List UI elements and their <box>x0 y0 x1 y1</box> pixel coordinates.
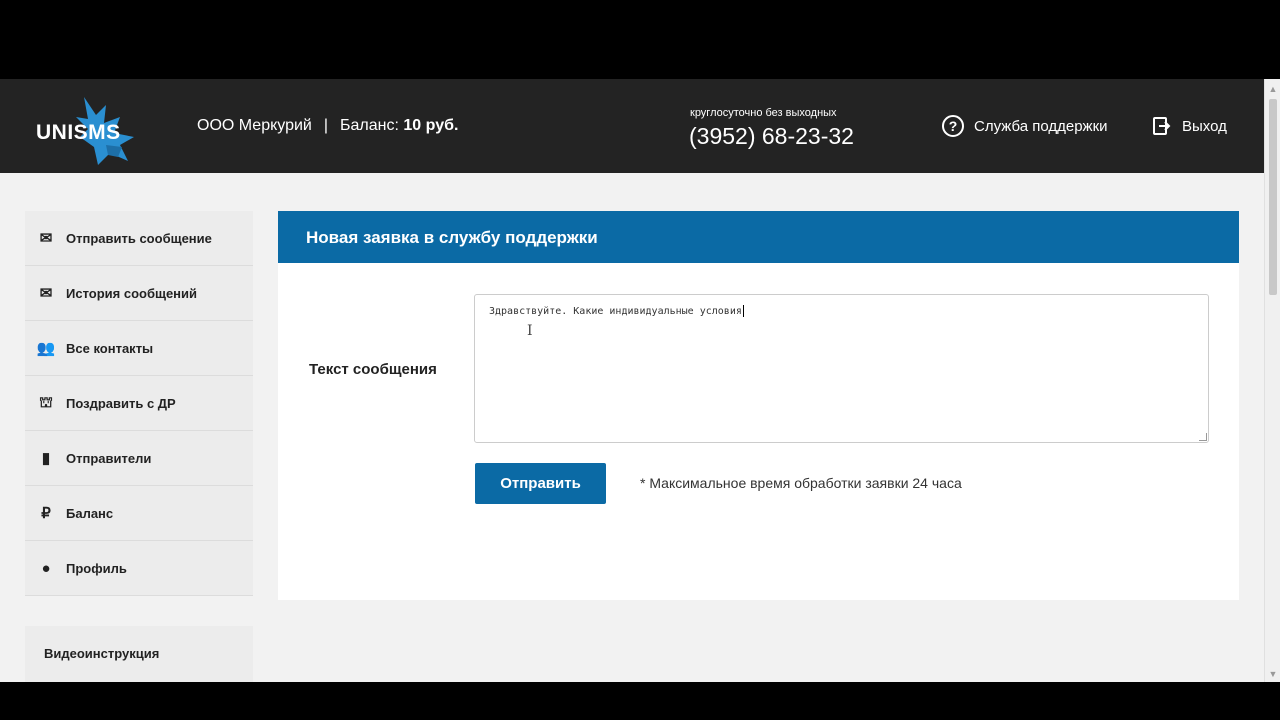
video-letterbox-top <box>0 0 1280 79</box>
sidebar-item-profile[interactable]: ● Профиль <box>25 541 253 596</box>
submit-button[interactable]: Отправить <box>475 463 606 504</box>
phone-number[interactable]: (3952) 68-23-32 <box>689 123 854 150</box>
ibeam-cursor-icon: I <box>527 323 533 339</box>
sidebar-nav: ✉ Отправить сообщение ✉ История сообщени… <box>25 211 253 596</box>
vertical-scrollbar[interactable]: ▲ ▼ <box>1264 79 1280 682</box>
unisms-logo[interactable]: UNISMS <box>36 87 146 167</box>
envelope-send-icon: ✉ <box>39 230 53 247</box>
top-header: UNISMS ООО Меркурий | Баланс: 10 руб. круг… <box>0 79 1264 173</box>
textarea-value: Здравствуйте. Какие индивидуальные услов… <box>489 306 742 317</box>
birthday-cake-icon: ⛫ <box>39 393 53 411</box>
logout-link[interactable]: Выход <box>1152 114 1227 138</box>
support-request-panel: Новая заявка в службу поддержки Текст со… <box>278 211 1239 600</box>
ruble-icon: ₽ <box>41 505 51 522</box>
balance-label: Баланс: <box>340 117 399 134</box>
scroll-thumb[interactable] <box>1269 99 1277 295</box>
text-caret <box>742 305 744 317</box>
logout-icon <box>1153 117 1171 135</box>
panel-title: Новая заявка в службу поддержки <box>278 211 1239 263</box>
sidebar-item-label: Отправить сообщение <box>66 230 212 246</box>
senders-icon: ▮ <box>41 450 51 467</box>
support-label: Служба поддержки <box>974 117 1108 135</box>
scroll-down-icon[interactable]: ▼ <box>1265 668 1280 680</box>
profile-icon: ● <box>41 559 51 577</box>
logo-text: UNISMS <box>36 121 121 144</box>
sidebar-item-message-history[interactable]: ✉ История сообщений <box>25 266 253 321</box>
video-instruction-label: Видеоинструкция <box>44 646 160 661</box>
balance-value: 10 руб. <box>403 117 459 134</box>
company-name: ООО Меркурий <box>197 117 312 134</box>
envelope-history-icon: ✉ <box>39 285 53 302</box>
browser-viewport: UNISMS ООО Меркурий | Баланс: 10 руб. круг… <box>0 79 1264 682</box>
sidebar-item-label: Баланс <box>66 505 114 521</box>
phone-caption: круглосуточно без выходных <box>690 107 837 119</box>
message-text-label: Текст сообщения <box>309 361 437 378</box>
sidebar-item-senders[interactable]: ▮ Отправители <box>25 431 253 486</box>
sidebar-item-label: Отправители <box>66 450 152 466</box>
sidebar-item-birthday[interactable]: ⛫ Поздравить с ДР <box>25 376 253 431</box>
sidebar-item-send-message[interactable]: ✉ Отправить сообщение <box>25 211 253 266</box>
message-textarea[interactable]: Здравствуйте. Какие индивидуальные услов… <box>474 294 1209 443</box>
account-info: ООО Меркурий | Баланс: 10 руб. <box>197 117 458 135</box>
sidebar-item-label: История сообщений <box>66 285 198 301</box>
support-link[interactable]: ? Служба поддержки <box>942 114 1108 138</box>
sidebar-item-label: Все контакты <box>66 340 154 356</box>
question-circle-icon: ? <box>942 115 964 137</box>
sidebar-item-balance[interactable]: ₽ Баланс <box>25 486 253 541</box>
resize-grip-icon[interactable] <box>1199 433 1207 441</box>
video-instruction-link[interactable]: Видеоинструкция <box>25 626 253 682</box>
logout-label: Выход <box>1182 117 1227 135</box>
sidebar-item-contacts[interactable]: 👥 Все контакты <box>25 321 253 376</box>
contacts-icon: 👥 <box>36 340 56 357</box>
sidebar-item-label: Поздравить с ДР <box>66 395 176 411</box>
video-letterbox-bottom <box>0 682 1280 720</box>
separator: | <box>323 117 329 134</box>
sidebar-item-label: Профиль <box>66 560 127 576</box>
scroll-up-icon[interactable]: ▲ <box>1265 83 1280 95</box>
processing-time-note: * Максимальное время обработки заявки 24… <box>640 475 962 491</box>
